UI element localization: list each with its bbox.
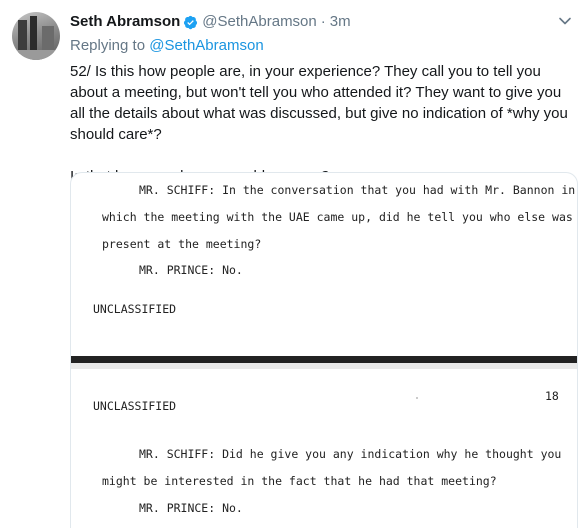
display-name[interactable]: Seth Abramson xyxy=(70,12,180,32)
doc-unclassified-footer: UNCLASSIFIED xyxy=(93,302,177,316)
doc-line: which the meeting with the UAE came up, … xyxy=(102,210,573,224)
attached-image[interactable]: MR. SCHIFF: In the conversation that you… xyxy=(70,172,578,528)
doc-line: MR. SCHIFF: Did he give you any indicati… xyxy=(139,447,562,461)
avatar[interactable] xyxy=(12,12,60,60)
replying-to-handle[interactable]: @SethAbramson xyxy=(149,37,263,54)
doc-line: MR. PRINCE: No. xyxy=(139,501,243,515)
timestamp[interactable]: 3m xyxy=(330,12,351,32)
page-separator-shadow xyxy=(71,363,577,369)
replying-to: Replying to @SethAbramson xyxy=(70,36,264,56)
user-handle[interactable]: @SethAbramson xyxy=(202,12,316,32)
tweet-header: Seth Abramson @SethAbramson · 3m xyxy=(70,12,351,32)
verified-badge-icon xyxy=(184,15,198,29)
doc-line: present at the meeting? xyxy=(102,237,262,251)
doc-page-number: 18 xyxy=(545,389,559,403)
replying-prefix: Replying to xyxy=(70,37,146,54)
separator-dot: · xyxy=(320,13,326,30)
doc-line: MR. PRINCE: No. xyxy=(139,263,243,277)
doc-line: MR. SCHIFF: In the conversation that you… xyxy=(139,183,576,197)
page-separator xyxy=(71,356,577,363)
tweet-text: 52/ Is this how people are, in your expe… xyxy=(70,61,570,187)
doc-line: might be interested in the fact that he … xyxy=(102,474,497,488)
chevron-down-icon[interactable] xyxy=(558,14,572,28)
tweet-paragraph: 52/ Is this how people are, in your expe… xyxy=(70,63,568,143)
doc-unclassified-header: UNCLASSIFIED xyxy=(93,399,177,413)
